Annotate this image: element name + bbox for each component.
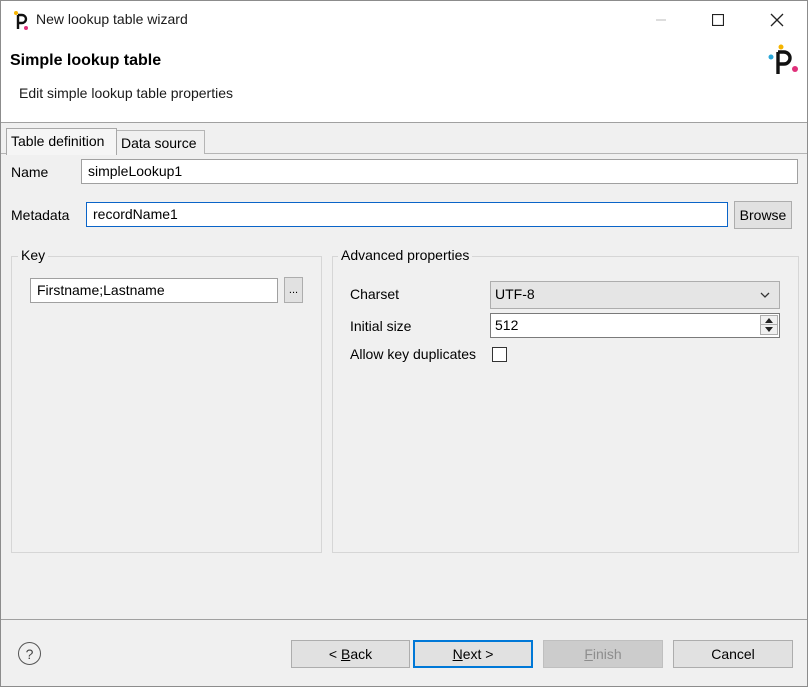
close-button[interactable] xyxy=(754,1,800,39)
window-title: New lookup table wizard xyxy=(36,11,188,27)
app-icon xyxy=(14,11,28,30)
finish-button-label: Finish xyxy=(584,646,622,662)
app-logo-icon xyxy=(768,44,798,74)
minimize-button[interactable] xyxy=(638,1,684,39)
initial-size-value: 512 xyxy=(495,317,519,333)
maximize-icon xyxy=(712,14,724,26)
next-button-label: Next > xyxy=(452,646,494,662)
title-bar: New lookup table wizard xyxy=(1,1,807,39)
allow-duplicates-label: Allow key duplicates xyxy=(350,346,477,362)
tab-data-source[interactable]: Data source xyxy=(117,130,205,154)
spin-up-button[interactable] xyxy=(760,315,778,325)
name-label: Name xyxy=(11,164,49,180)
name-field[interactable]: simpleLookup1 xyxy=(81,159,798,184)
cancel-button[interactable]: Cancel xyxy=(673,640,793,668)
key-field[interactable]: Firstname;Lastname xyxy=(30,278,278,303)
help-icon: ? xyxy=(25,645,34,662)
key-edit-button[interactable]: ... xyxy=(284,277,303,303)
back-button-label: < Back xyxy=(328,646,373,662)
page-title: Simple lookup table xyxy=(10,52,162,69)
charset-value: UTF-8 xyxy=(495,286,535,302)
minimize-icon xyxy=(656,19,666,21)
charset-select[interactable]: UTF-8 xyxy=(490,281,780,309)
allow-duplicates-checkbox[interactable] xyxy=(492,347,507,362)
initial-size-label: Initial size xyxy=(350,318,412,334)
arrow-down-icon xyxy=(765,327,773,332)
next-button[interactable]: Next > xyxy=(413,640,533,668)
wizard-header: Simple lookup table Edit simple lookup t… xyxy=(1,39,807,123)
metadata-field[interactable]: recordName1 xyxy=(86,202,728,227)
help-button[interactable]: ? xyxy=(18,642,41,665)
browse-button[interactable]: Browse xyxy=(734,201,792,229)
initial-size-spinner[interactable]: 512 xyxy=(490,313,780,338)
advanced-properties-title: Advanced properties xyxy=(338,247,473,263)
wizard-window: New lookup table wizard Simple lookup ta… xyxy=(0,0,808,687)
metadata-label: Metadata xyxy=(11,207,70,223)
close-icon xyxy=(770,13,784,27)
finish-button[interactable]: Finish xyxy=(543,640,663,668)
spin-down-button[interactable] xyxy=(760,325,778,335)
arrow-up-icon xyxy=(765,317,773,323)
page-subtitle: Edit simple lookup table properties xyxy=(19,85,234,101)
footer-divider xyxy=(1,619,807,620)
tab-table-definition[interactable]: Table definition xyxy=(6,128,117,155)
chevron-down-icon xyxy=(760,292,770,298)
key-group-title: Key xyxy=(18,247,49,263)
back-button[interactable]: < Back xyxy=(291,640,410,668)
maximize-button[interactable] xyxy=(695,1,741,39)
spinner-buttons xyxy=(760,315,778,336)
tab-bar: Table definition Data source xyxy=(1,128,807,155)
charset-label: Charset xyxy=(350,286,400,302)
